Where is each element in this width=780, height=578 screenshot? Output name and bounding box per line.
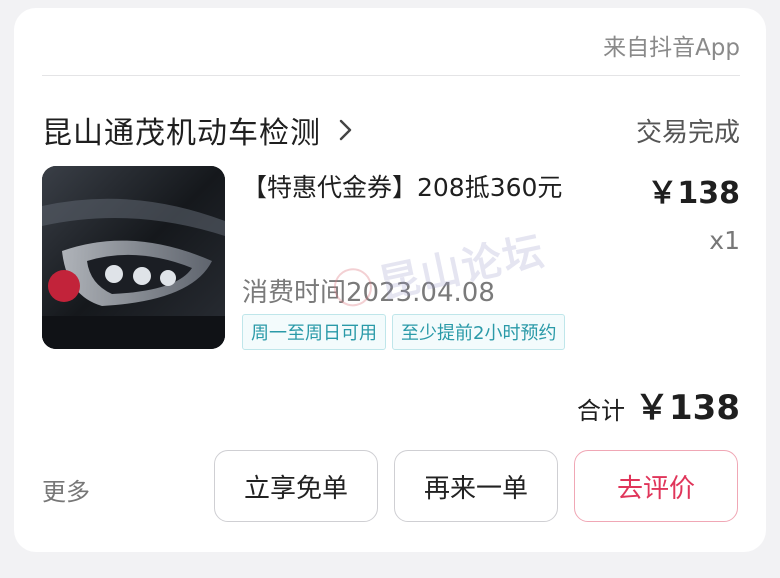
order-status: 交易完成 [635, 118, 740, 148]
divider [42, 75, 740, 76]
product-price: ￥138 [647, 176, 740, 211]
total-label: 合计 [577, 397, 626, 425]
product-quantity: x1 [709, 226, 740, 255]
source-label: 来自抖音App [603, 35, 740, 61]
more-link[interactable]: 更多 [42, 472, 90, 507]
tag-reservation: 至少提前2小时预约 [392, 314, 566, 350]
order-card: 来自抖音App 昆山通茂机动车检测 交易完成 【特惠代金券】208抵360元 ￥… [14, 8, 766, 552]
total-value: ￥138 [635, 388, 740, 428]
review-button[interactable]: 去评价 [574, 450, 738, 522]
shop-link[interactable]: 昆山通茂机动车检测 [42, 108, 359, 152]
chevron-right-icon [333, 113, 359, 147]
free-order-button[interactable]: 立享免单 [214, 450, 378, 522]
shop-name: 昆山通茂机动车检测 [42, 116, 321, 151]
product-thumbnail[interactable] [42, 166, 225, 349]
product-title[interactable]: 【特惠代金券】208抵360元 [242, 168, 562, 204]
tag-list: 周一至周日可用 至少提前2小时预约 [242, 314, 566, 350]
tag-availability: 周一至周日可用 [242, 314, 386, 350]
total-row: 合计 ￥138 [577, 380, 740, 429]
reorder-button[interactable]: 再来一单 [394, 450, 558, 522]
consume-time: 消费时间2023.04.08 [242, 278, 495, 308]
